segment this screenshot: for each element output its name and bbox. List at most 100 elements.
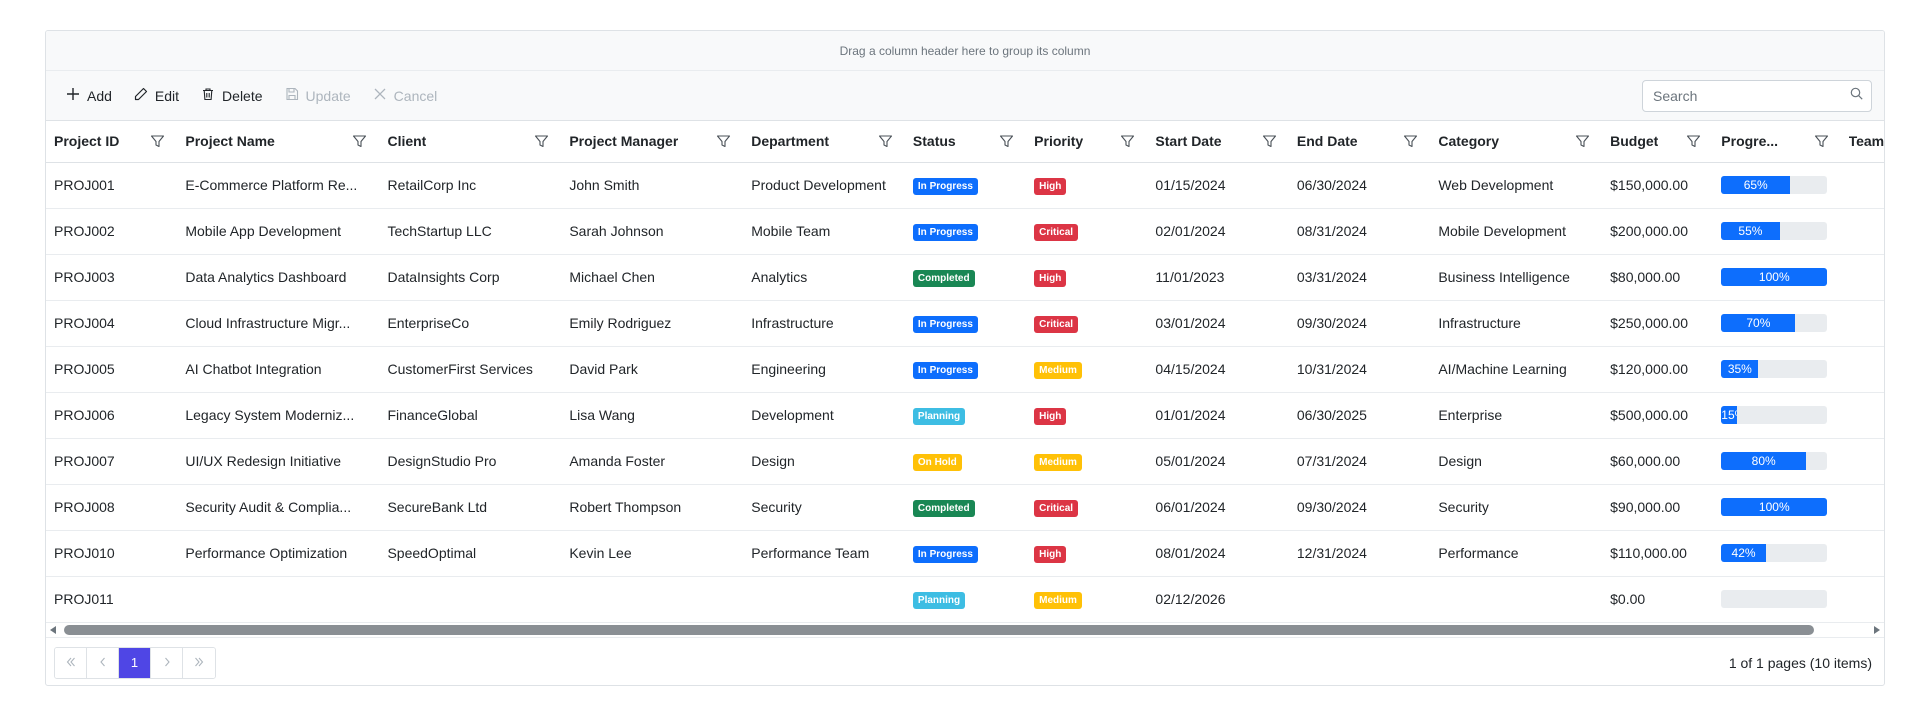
cell-budget[interactable]: $80,000.00: [1602, 254, 1714, 301]
filter-icon[interactable]: [352, 134, 371, 149]
scroll-left-icon[interactable]: [50, 626, 56, 634]
cell-start[interactable]: 11/01/2023: [1147, 254, 1289, 301]
cell-manager[interactable]: Michael Chen: [561, 254, 744, 301]
cell-progress[interactable]: 35%: [1713, 346, 1841, 393]
column-header[interactable]: Category: [1430, 121, 1603, 163]
cell-team-size[interactable]: 10: [1840, 300, 1884, 347]
column-header[interactable]: Project ID: [46, 121, 178, 163]
last-page-button[interactable]: [183, 647, 215, 678]
cell-end[interactable]: 09/30/2024: [1288, 484, 1431, 531]
cell-id[interactable]: PROJ001: [46, 162, 178, 209]
cell-end[interactable]: 08/31/2024: [1288, 208, 1431, 255]
cell-category[interactable]: [1430, 576, 1603, 623]
cell-client[interactable]: SecureBank Ltd: [379, 484, 562, 531]
cell-budget[interactable]: $60,000.00: [1602, 438, 1714, 485]
cell-budget[interactable]: $90,000.00: [1602, 484, 1714, 531]
cell-priority[interactable]: Medium: [1026, 346, 1148, 393]
delete-button[interactable]: Delete: [191, 80, 272, 112]
cell-id[interactable]: PROJ006: [46, 392, 178, 439]
filter-icon[interactable]: [716, 134, 735, 149]
cell-name[interactable]: UI/UX Redesign Initiative: [177, 438, 380, 485]
column-header[interactable]: Progre...: [1713, 121, 1841, 163]
column-header[interactable]: Priority: [1026, 121, 1148, 163]
cell-department[interactable]: Development: [743, 392, 905, 439]
cell-budget[interactable]: $500,000.00: [1602, 392, 1714, 439]
cell-start[interactable]: 05/01/2024: [1147, 438, 1289, 485]
cell-manager[interactable]: [561, 576, 744, 623]
cell-start[interactable]: 06/01/2024: [1147, 484, 1289, 531]
cell-id[interactable]: PROJ007: [46, 438, 178, 485]
cell-name[interactable]: E-Commerce Platform Re...: [177, 162, 380, 209]
cell-manager[interactable]: Lisa Wang: [561, 392, 744, 439]
cell-status[interactable]: Completed: [904, 484, 1027, 531]
table-row[interactable]: PROJ005 AI Chatbot Integration CustomerFir…: [46, 346, 1884, 393]
cell-priority[interactable]: Critical: [1026, 484, 1148, 531]
cell-category[interactable]: Business Intelligence: [1430, 254, 1603, 301]
cell-department[interactable]: Product Development: [743, 162, 905, 209]
table-row[interactable]: PROJ010 Performance Optimization SpeedOpti…: [46, 530, 1884, 577]
cell-start[interactable]: 08/01/2024: [1147, 530, 1289, 577]
cell-status[interactable]: Planning: [904, 392, 1027, 439]
cell-end[interactable]: [1288, 576, 1431, 623]
cell-department[interactable]: Mobile Team: [743, 208, 905, 255]
search-input[interactable]: [1651, 87, 1850, 105]
horizontal-scrollbar[interactable]: [46, 623, 1884, 637]
cell-priority[interactable]: Medium: [1026, 438, 1148, 485]
cell-manager[interactable]: Kevin Lee: [561, 530, 744, 577]
cell-id[interactable]: PROJ004: [46, 300, 178, 347]
cell-priority[interactable]: Critical: [1026, 208, 1148, 255]
scrollbar-thumb[interactable]: [64, 625, 1814, 635]
cell-category[interactable]: Enterprise: [1430, 392, 1603, 439]
cell-client[interactable]: CustomerFirst Services: [379, 346, 562, 393]
cell-progress[interactable]: 80%: [1713, 438, 1841, 485]
table-row[interactable]: PROJ003 Data Analytics Dashboard DataInsig…: [46, 254, 1884, 301]
cell-name[interactable]: Data Analytics Dashboard: [177, 254, 380, 301]
filter-icon[interactable]: [1575, 134, 1594, 149]
cell-status[interactable]: On Hold: [904, 438, 1027, 485]
cell-category[interactable]: Infrastructure: [1430, 300, 1603, 347]
cell-progress[interactable]: 70%: [1713, 300, 1841, 347]
cell-department[interactable]: Design: [743, 438, 905, 485]
cell-priority[interactable]: High: [1026, 530, 1148, 577]
previous-page-button[interactable]: [87, 647, 119, 678]
table-row[interactable]: PROJ001 E-Commerce Platform Re... RetailCo…: [46, 162, 1884, 209]
cell-manager[interactable]: Sarah Johnson: [561, 208, 744, 255]
cell-name[interactable]: AI Chatbot Integration: [177, 346, 380, 393]
cell-name[interactable]: Mobile App Development: [177, 208, 380, 255]
cell-budget[interactable]: $120,000.00: [1602, 346, 1714, 393]
filter-icon[interactable]: [878, 134, 897, 149]
cell-client[interactable]: SpeedOptimal: [379, 530, 562, 577]
cell-department[interactable]: Analytics: [743, 254, 905, 301]
table-row[interactable]: PROJ011 Planning Medium 02/12/2026 $0.00 0: [46, 576, 1884, 623]
filter-icon[interactable]: [1814, 134, 1833, 149]
cell-id[interactable]: PROJ010: [46, 530, 178, 577]
cell-end[interactable]: 07/31/2024: [1288, 438, 1431, 485]
cell-progress[interactable]: 42%: [1713, 530, 1841, 577]
cell-budget[interactable]: $110,000.00: [1602, 530, 1714, 577]
cell-budget[interactable]: $150,000.00: [1602, 162, 1714, 209]
search-icon[interactable]: [1850, 87, 1863, 105]
column-header[interactable]: Client: [379, 121, 562, 163]
cell-category[interactable]: Mobile Development: [1430, 208, 1603, 255]
cell-team-size[interactable]: 5: [1840, 530, 1884, 577]
cell-budget[interactable]: $200,000.00: [1602, 208, 1714, 255]
filter-icon[interactable]: [1120, 134, 1139, 149]
cell-id[interactable]: PROJ002: [46, 208, 178, 255]
cell-team-size[interactable]: 6: [1840, 208, 1884, 255]
cell-start[interactable]: 01/01/2024: [1147, 392, 1289, 439]
cell-status[interactable]: In Progress: [904, 300, 1027, 347]
cell-manager[interactable]: John Smith: [561, 162, 744, 209]
update-button[interactable]: Update: [275, 80, 361, 112]
cell-team-size[interactable]: 0: [1840, 576, 1884, 623]
column-header[interactable]: Department: [743, 121, 905, 163]
table-row[interactable]: PROJ007 UI/UX Redesign Initiative DesignSt…: [46, 438, 1884, 485]
cell-category[interactable]: Security: [1430, 484, 1603, 531]
cell-category[interactable]: Design: [1430, 438, 1603, 485]
cell-team-size[interactable]: 3: [1840, 438, 1884, 485]
cell-category[interactable]: Performance: [1430, 530, 1603, 577]
filter-icon[interactable]: [1262, 134, 1281, 149]
edit-button[interactable]: Edit: [124, 80, 189, 112]
cell-start[interactable]: 03/01/2024: [1147, 300, 1289, 347]
cell-id[interactable]: PROJ008: [46, 484, 178, 531]
cell-client[interactable]: TechStartup LLC: [379, 208, 562, 255]
